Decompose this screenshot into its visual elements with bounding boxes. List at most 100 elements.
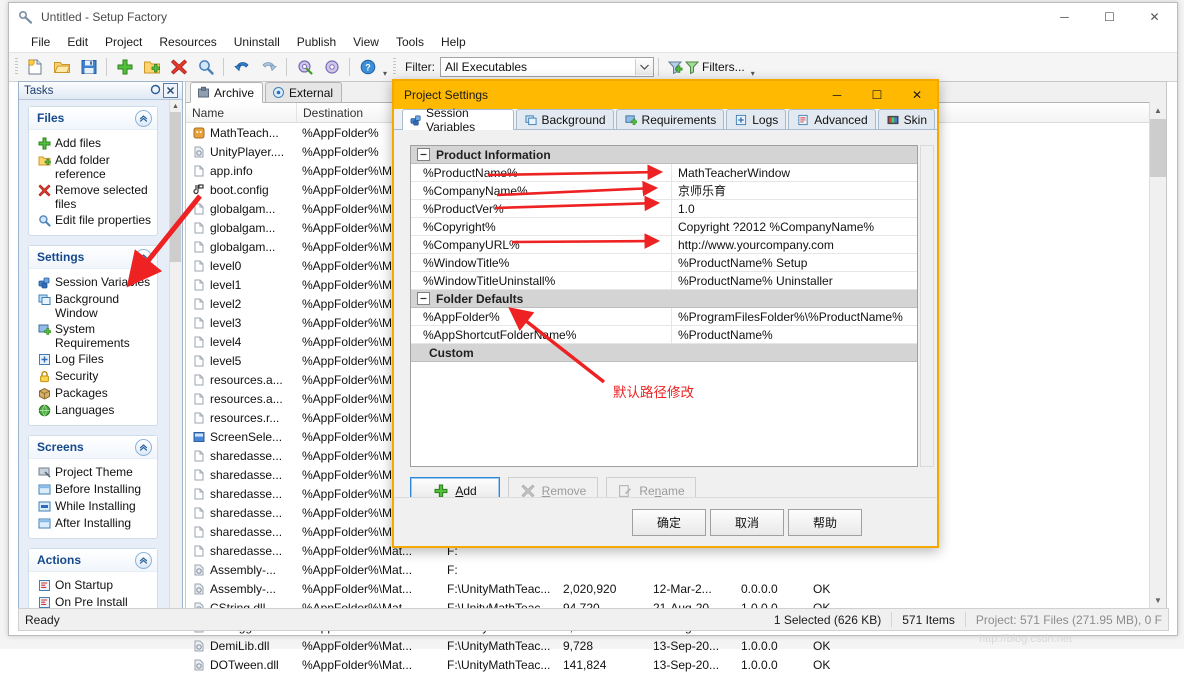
tab-background[interactable]: Background	[515, 109, 614, 129]
task-group-header[interactable]: Settings	[29, 246, 157, 269]
grid-section-custom[interactable]: Custom	[411, 344, 917, 362]
close-button[interactable]: ✕	[1132, 3, 1177, 31]
file-properties-icon[interactable]	[192, 54, 219, 80]
menu-resources[interactable]: Resources	[151, 33, 224, 51]
variable-value[interactable]: %ProductName% Uninstaller	[672, 272, 917, 289]
remove-files-icon[interactable]	[165, 54, 192, 80]
column-header-name[interactable]: Name	[186, 103, 297, 122]
chevron-up-icon[interactable]	[135, 110, 152, 127]
manage-filters-button[interactable]: Filters...	[663, 57, 749, 77]
tab-advanced[interactable]: Advanced	[788, 109, 876, 129]
grid-section-product-information[interactable]: Product Information	[411, 146, 917, 164]
variable-value[interactable]: MathTeacherWindow	[672, 164, 917, 181]
undo-icon[interactable]	[228, 54, 255, 80]
save-project-icon[interactable]	[75, 54, 102, 80]
variable-value[interactable]: 京师乐育	[672, 182, 917, 199]
scroll-down-icon[interactable]: ▼	[1150, 592, 1166, 609]
files-scrollbar[interactable]: ▲ ▼	[1149, 102, 1166, 609]
task-project-theme[interactable]: Project Theme	[35, 464, 153, 481]
add-files-icon[interactable]	[111, 54, 138, 80]
tab-external[interactable]: External	[265, 82, 343, 102]
task-packages[interactable]: Packages	[35, 385, 153, 402]
build-settings-icon[interactable]	[291, 54, 318, 80]
collapse-icon[interactable]	[417, 148, 430, 161]
cancel-button[interactable]: 取消	[710, 509, 784, 536]
grid-row[interactable]: %AppFolder% %ProgramFilesFolder%\%Produc…	[411, 308, 917, 326]
task-log-files[interactable]: Log Files	[35, 351, 153, 368]
table-row[interactable]: DemiLib.dll %AppFolder%\Mat... F:\UnityMat…	[186, 636, 1166, 655]
maximize-button[interactable]: ☐	[1087, 3, 1132, 31]
grid-row[interactable]: %ProductName% MathTeacherWindow	[411, 164, 917, 182]
toolbar-overflow-icon-2[interactable]: ▾	[751, 69, 755, 78]
task-group-header[interactable]: Files	[29, 107, 157, 130]
scroll-up-icon[interactable]: ▲	[1150, 102, 1166, 119]
chevron-up-icon[interactable]	[135, 439, 152, 456]
grid-row[interactable]: %Copyright% Copyright ?2012 %CompanyName…	[411, 218, 917, 236]
task-while-installing[interactable]: While Installing	[35, 498, 153, 515]
menu-publish[interactable]: Publish	[289, 33, 344, 51]
tab-logs[interactable]: Logs	[726, 109, 787, 129]
task-add-files[interactable]: Add files	[35, 135, 153, 152]
task-on-startup[interactable]: On Startup	[35, 577, 153, 594]
help-button[interactable]: 帮助	[788, 509, 862, 536]
table-row[interactable]: Assembly-... %AppFolder%\Mat... F:	[186, 560, 1166, 579]
grid-row[interactable]: %AppShortcutFolderName% %ProductName%	[411, 326, 917, 344]
task-edit-file-properties[interactable]: Edit file properties	[35, 212, 153, 229]
grid-section-folder-defaults[interactable]: Folder Defaults	[411, 290, 917, 308]
tab-archive[interactable]: Archive	[190, 82, 264, 103]
help-icon[interactable]: ?	[354, 54, 381, 80]
new-project-icon[interactable]	[21, 54, 48, 80]
minimize-button[interactable]: ─	[1042, 3, 1087, 31]
close-icon[interactable]	[163, 83, 178, 98]
menu-uninstall[interactable]: Uninstall	[226, 33, 288, 51]
dialog-minimize-button[interactable]: ─	[817, 81, 857, 109]
task-security[interactable]: Security	[35, 368, 153, 385]
menu-tools[interactable]: Tools	[388, 33, 432, 51]
grid-row[interactable]: %CompanyName% 京师乐育	[411, 182, 917, 200]
task-after-installing[interactable]: After Installing	[35, 515, 153, 532]
files-scrollbar-thumb[interactable]	[1150, 119, 1166, 177]
menu-file[interactable]: File	[23, 33, 58, 51]
grid-row[interactable]: %CompanyURL% http://www.yourcompany.com	[411, 236, 917, 254]
task-remove-selected-files[interactable]: Remove selected files	[35, 182, 153, 212]
task-background-window[interactable]: Background Window	[35, 291, 153, 321]
table-row[interactable]: Assembly-... %AppFolder%\Mat... F:\UnityMa…	[186, 579, 1166, 598]
custom-variables-area[interactable]	[411, 362, 917, 466]
task-before-installing[interactable]: Before Installing	[35, 481, 153, 498]
grid-row[interactable]: %WindowTitle% %ProductName% Setup	[411, 254, 917, 272]
scroll-up-icon[interactable]: ▲	[170, 100, 181, 112]
tasks-scrollbar[interactable]: ▲ ▼	[169, 100, 181, 627]
variable-value[interactable]: %ProductName%	[672, 326, 917, 343]
dialog-scrollbar[interactable]	[920, 145, 934, 467]
variable-value[interactable]: http://www.yourcompany.com	[672, 236, 917, 253]
variable-value[interactable]: Copyright ?2012 %CompanyName%	[672, 218, 917, 235]
ok-button[interactable]: 确定	[632, 509, 706, 536]
toolbar-grip-2[interactable]	[393, 58, 397, 76]
task-system-requirements[interactable]: System Requirements	[35, 321, 153, 351]
chevron-up-icon[interactable]	[135, 249, 152, 266]
grid-row[interactable]: %WindowTitleUninstall% %ProductName% Uni…	[411, 272, 917, 290]
dialog-close-button[interactable]: ✕	[897, 81, 937, 109]
filter-combobox[interactable]: All Executables	[440, 57, 655, 77]
menu-help[interactable]: Help	[433, 33, 474, 51]
toolbar-overflow-icon[interactable]: ▾	[383, 69, 387, 78]
menu-edit[interactable]: Edit	[59, 33, 96, 51]
task-add-folder-reference[interactable]: Add folder reference	[35, 152, 153, 182]
variable-value[interactable]: %ProductName% Setup	[672, 254, 917, 271]
menu-view[interactable]: View	[345, 33, 387, 51]
task-group-header[interactable]: Actions	[29, 549, 157, 572]
redo-icon[interactable]	[255, 54, 282, 80]
chevron-up-icon[interactable]	[135, 552, 152, 569]
menu-project[interactable]: Project	[97, 33, 150, 51]
chevron-down-icon[interactable]	[635, 59, 654, 75]
add-folder-icon[interactable]	[138, 54, 165, 80]
tasks-scrollbar-thumb[interactable]	[170, 112, 181, 262]
tab-requirements[interactable]: Requirements	[615, 109, 725, 129]
project-settings-icon[interactable]	[318, 54, 345, 80]
variable-value[interactable]: %ProgramFilesFolder%\%ProductName%	[672, 308, 917, 325]
task-session-variables[interactable]: Session Variables	[35, 274, 153, 291]
variable-value[interactable]: 1.0	[672, 200, 917, 217]
pin-icon[interactable]	[149, 83, 162, 96]
grid-row[interactable]: %ProductVer% 1.0	[411, 200, 917, 218]
tab-session-variables[interactable]: Session Variables	[402, 106, 514, 134]
